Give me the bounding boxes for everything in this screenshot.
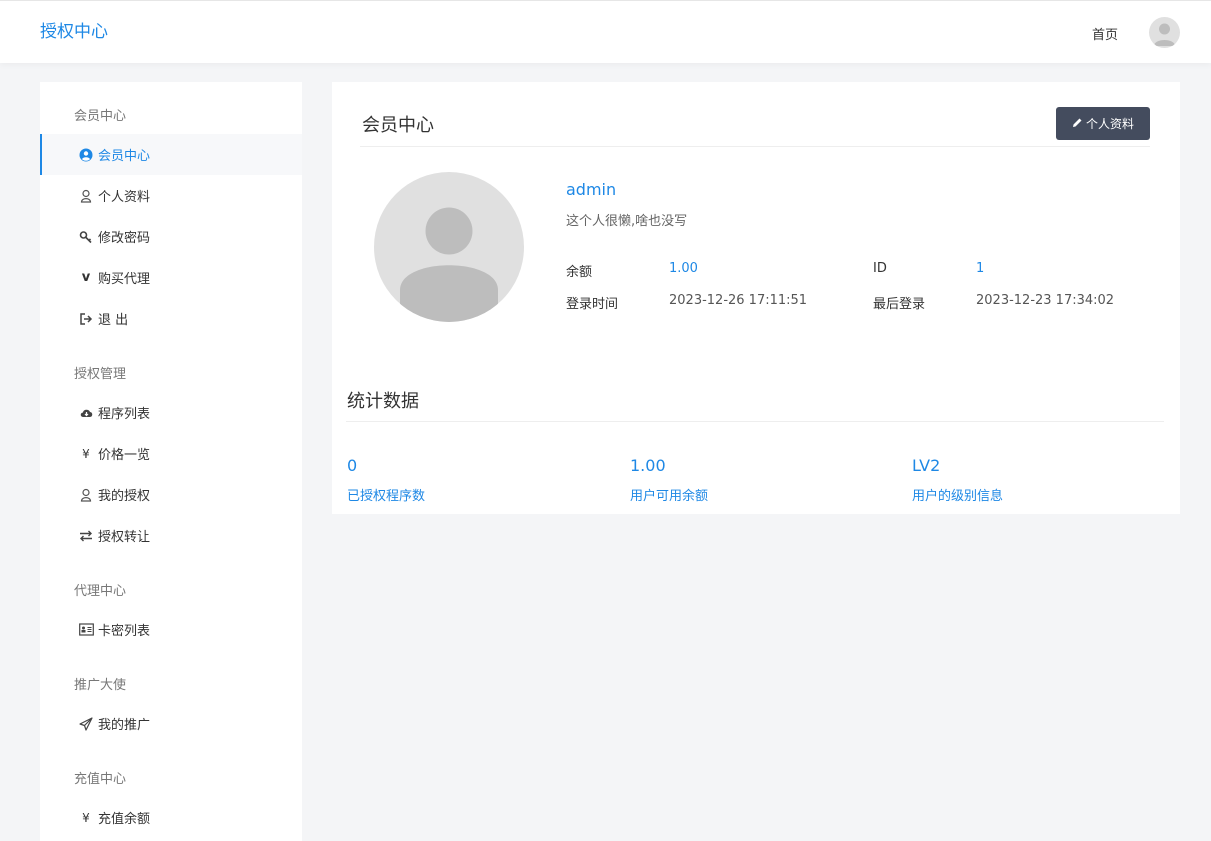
- edit-profile-label: 个人资料: [1085, 117, 1134, 131]
- sidebar-item-change-password[interactable]: 修改密码: [40, 216, 302, 257]
- sidebar: 会员中心 会员中心 个人资料 修改密码 v 购买代理 退 出 授权管理 程序列表: [40, 82, 302, 841]
- id-value: 1: [976, 261, 985, 276]
- login-time-value: 2023-12-26 17:11:51: [669, 293, 808, 308]
- sidebar-item-logout[interactable]: 退 出: [40, 298, 302, 339]
- user-icon: [78, 487, 94, 503]
- home-link[interactable]: 首页: [1092, 24, 1118, 43]
- brand-link[interactable]: 授权中心: [40, 17, 108, 42]
- sidebar-section-auth: 授权管理: [74, 367, 127, 382]
- sidebar-item-profile[interactable]: 个人资料: [40, 175, 302, 216]
- login-time-label: 登录时间: [566, 297, 619, 312]
- username[interactable]: admin: [566, 180, 616, 199]
- sidebar-item-program-list[interactable]: 程序列表: [40, 392, 302, 433]
- sidebar-item-label: 个人资料: [98, 190, 151, 205]
- id-label: ID: [873, 261, 887, 276]
- stat-label-programs: 已授权程序数: [347, 489, 426, 504]
- balance-label: 余额: [566, 265, 593, 280]
- stat-value-level: LV2: [912, 456, 941, 475]
- yen-icon: ¥: [82, 446, 90, 461]
- sidebar-item-label: 修改密码: [98, 231, 151, 246]
- sidebar-section-recharge: 充值中心: [74, 772, 127, 787]
- sidebar-item-auth-transfer[interactable]: 授权转让: [40, 515, 302, 556]
- user-circle-icon: [78, 147, 94, 163]
- sign-out-icon: [78, 311, 94, 327]
- sidebar-item-label: 购买代理: [98, 272, 151, 287]
- last-login-value: 2023-12-23 17:34:02: [976, 293, 1115, 308]
- sidebar-item-my-promotion[interactable]: 我的推广: [40, 703, 302, 744]
- sidebar-item-label: 程序列表: [98, 407, 151, 422]
- yen-icon: ¥: [82, 810, 90, 825]
- stat-value-balance: 1.00: [630, 456, 666, 475]
- sidebar-item-label: 价格一览: [98, 448, 151, 463]
- sidebar-item-member-center[interactable]: 会员中心: [40, 134, 302, 175]
- member-center-panel: 会员中心 个人资料 admin 这个人很懒,啥也没写 余额 1.00 ID 1 …: [332, 82, 1180, 514]
- user-bio: 这个人很懒,啥也没写: [566, 214, 688, 229]
- sidebar-item-buy-agent[interactable]: v 购买代理: [40, 257, 302, 298]
- exchange-icon: [78, 528, 94, 544]
- profile-avatar: [374, 172, 524, 322]
- sidebar-section-promotion: 推广大使: [74, 678, 127, 693]
- page-title: 会员中心: [362, 115, 434, 136]
- sidebar-item-label: 会员中心: [98, 149, 151, 164]
- key-icon: [78, 229, 94, 245]
- sidebar-item-recharge-balance[interactable]: ¥ 充值余额: [40, 797, 302, 838]
- sidebar-item-my-auth[interactable]: 我的授权: [40, 474, 302, 515]
- sidebar-item-card-list[interactable]: 卡密列表: [40, 609, 302, 650]
- user-avatar-icon[interactable]: [1149, 17, 1180, 48]
- edit-profile-button[interactable]: 个人资料: [1056, 107, 1150, 140]
- user-icon: [78, 188, 94, 204]
- sidebar-item-label: 充值余额: [98, 812, 151, 827]
- divider: [346, 421, 1164, 422]
- stat-label-level: 用户的级别信息: [912, 489, 1004, 504]
- cloud-download-icon: [78, 405, 94, 421]
- sidebar-item-price-list[interactable]: ¥ 价格一览: [40, 433, 302, 474]
- sidebar-item-label: 退 出: [98, 313, 129, 328]
- stats-title: 统计数据: [347, 391, 419, 412]
- sidebar-section-agent: 代理中心: [74, 584, 127, 599]
- top-navbar: 授权中心 首页: [0, 0, 1211, 63]
- divider: [360, 146, 1150, 147]
- id-card-icon: [78, 622, 94, 638]
- stat-value-programs: 0: [347, 456, 358, 475]
- sidebar-section-member: 会员中心: [74, 109, 127, 124]
- paper-plane-icon: [78, 716, 94, 732]
- sidebar-item-label: 我的授权: [98, 489, 151, 504]
- vimeo-v-icon: v: [81, 270, 91, 285]
- balance-value: 1.00: [669, 261, 698, 276]
- sidebar-item-label: 我的推广: [98, 718, 151, 733]
- sidebar-item-label: 授权转让: [98, 530, 151, 545]
- stat-label-balance: 用户可用余额: [630, 489, 709, 504]
- last-login-label: 最后登录: [873, 297, 926, 312]
- sidebar-item-label: 卡密列表: [98, 624, 151, 639]
- pencil-icon: [1072, 117, 1083, 131]
